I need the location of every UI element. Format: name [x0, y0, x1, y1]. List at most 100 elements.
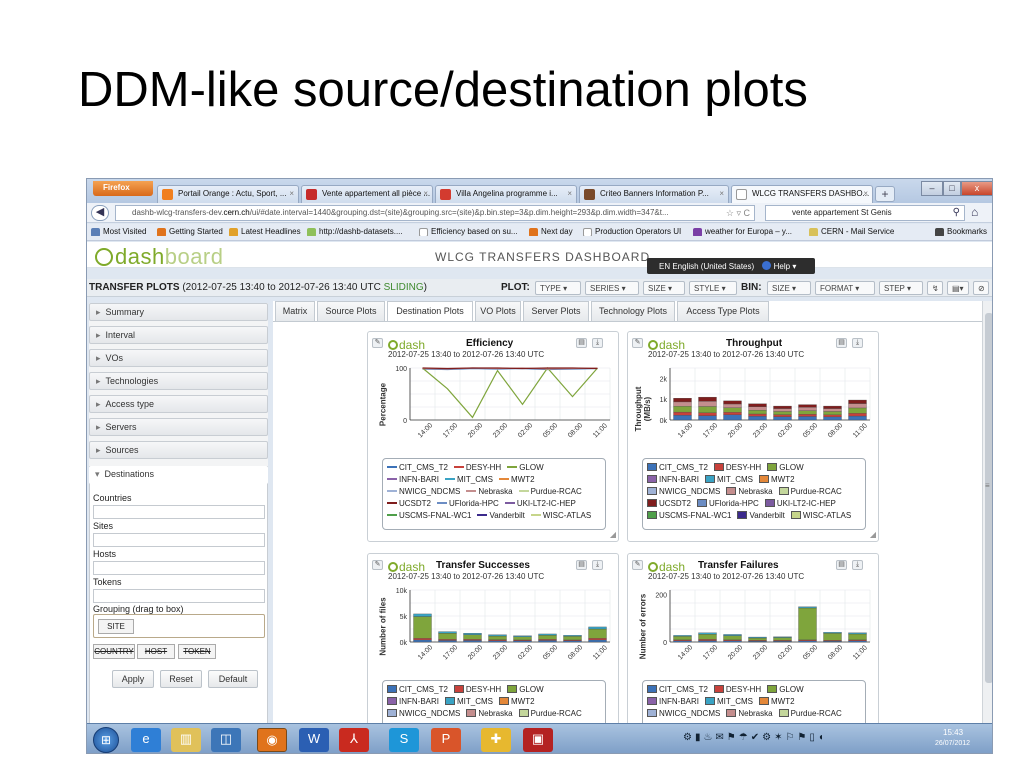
- word-icon[interactable]: W: [299, 728, 329, 752]
- bookmark-getting-started[interactable]: Getting Started: [157, 227, 223, 236]
- outlook-icon[interactable]: ◫: [211, 728, 241, 752]
- link-icon[interactable]: ⊘: [973, 281, 989, 295]
- resize-grip-icon[interactable]: ◢: [870, 530, 876, 539]
- legend-item[interactable]: Nebraska: [466, 709, 513, 718]
- plot-size-select[interactable]: SIZE ▾: [643, 281, 685, 295]
- bookmark-efficiency[interactable]: Efficiency based on su...: [419, 227, 518, 236]
- legend-item[interactable]: Purdue-RCAC: [778, 487, 842, 496]
- legend-item[interactable]: MIT_CMS: [445, 475, 493, 484]
- bookmark-latest-headlines[interactable]: Latest Headlines: [229, 227, 301, 236]
- close-tab-icon[interactable]: ×: [289, 189, 294, 198]
- legend-item[interactable]: NWICG_NDCMS: [647, 487, 720, 496]
- legend-item[interactable]: UKI-LT2-IC-HEP: [764, 499, 836, 508]
- legend-item[interactable]: CIT_CMS_T2: [387, 685, 448, 694]
- close-tab-icon[interactable]: ×: [719, 189, 724, 198]
- browser-tab-orange[interactable]: Portail Orange : Actu, Sport, ... ×: [157, 185, 299, 203]
- sites-input[interactable]: [93, 533, 265, 547]
- firefox-taskbar-icon[interactable]: ◉: [257, 728, 287, 752]
- legend-item[interactable]: WISC-ATLAS: [790, 511, 851, 520]
- legend-item[interactable]: NWICG_NDCMS: [387, 487, 460, 496]
- download-plot-icon[interactable]: ⤓: [592, 560, 603, 570]
- legend-item[interactable]: DESY-HH: [453, 463, 501, 472]
- legend-item[interactable]: UKI-LT2-IC-HEP: [504, 499, 576, 508]
- sidebar-section-servers[interactable]: ▸ Servers: [89, 418, 268, 436]
- legend-item[interactable]: INFN-BARI: [387, 475, 439, 484]
- file-explorer-icon[interactable]: ▥: [171, 728, 201, 752]
- download-plot-icon[interactable]: ⤓: [852, 338, 863, 348]
- grouping-chip-site[interactable]: SITE: [98, 619, 134, 634]
- edit-plot-icon[interactable]: ✎: [632, 560, 643, 570]
- close-tab-icon[interactable]: ×: [863, 189, 868, 198]
- download-plot-icon[interactable]: ⤓: [592, 338, 603, 348]
- legend-item[interactable]: UFlorida-HPC: [697, 499, 759, 508]
- bin-format-select[interactable]: FORMAT ▾: [815, 281, 875, 295]
- grouping-chip-token[interactable]: TOKEN: [178, 644, 216, 659]
- legend-item[interactable]: MIT_CMS: [445, 697, 493, 706]
- home-icon[interactable]: ⌂: [971, 205, 978, 219]
- bookmark-next-day[interactable]: Next day: [529, 227, 573, 236]
- minimize-window-button[interactable]: –: [921, 181, 943, 196]
- firefox-menu-button[interactable]: Firefox: [93, 181, 153, 196]
- bookmark-production-operators[interactable]: Production Operators UI: [583, 227, 681, 236]
- legend-item[interactable]: GLOW: [767, 685, 804, 694]
- grouping-drop-box[interactable]: SITE: [93, 614, 265, 638]
- countries-input[interactable]: [93, 505, 265, 519]
- bin-size-select[interactable]: SIZE ▾: [767, 281, 811, 295]
- bookmark-plot-icon[interactable]: ↯: [927, 281, 943, 295]
- skype-icon[interactable]: S: [389, 728, 419, 752]
- sidebar-section-interval[interactable]: ▸ Interval: [89, 326, 268, 344]
- legend-item[interactable]: USCMS-FNAL-WC1: [387, 511, 471, 520]
- search-icon[interactable]: ⚲: [953, 207, 960, 218]
- url-bar[interactable]: dashb-wlcg-transfers-dev.cern.ch/ui/#dat…: [115, 205, 755, 221]
- legend-item[interactable]: Purdue-RCAC: [778, 709, 842, 718]
- security-shield-icon[interactable]: ✚: [481, 728, 511, 752]
- legend-item[interactable]: Purdue-RCAC: [518, 709, 582, 718]
- legend-item[interactable]: MIT_CMS: [705, 475, 753, 484]
- tokens-input[interactable]: [93, 589, 265, 603]
- sidebar-section-summary[interactable]: ▸ Summary: [89, 303, 268, 321]
- maximize-window-button[interactable]: □: [943, 181, 961, 196]
- download-plot-icon[interactable]: ⤓: [852, 560, 863, 570]
- browser-tab-villa[interactable]: Villa Angelina programme i... ×: [435, 185, 577, 203]
- legend-item[interactable]: MWT2: [759, 475, 795, 484]
- legend-item[interactable]: MWT2: [499, 475, 535, 484]
- legend-item[interactable]: DESY-HH: [713, 463, 761, 472]
- legend-item[interactable]: CIT_CMS_T2: [647, 685, 708, 694]
- browser-tab-vente[interactable]: Vente appartement all pièce ... ×: [301, 185, 433, 203]
- legend-item[interactable]: Vanderbilt: [737, 511, 785, 520]
- print-icon[interactable]: ▤▾: [947, 281, 969, 295]
- legend-item[interactable]: MWT2: [759, 697, 795, 706]
- legend-item[interactable]: INFN-BARI: [647, 697, 699, 706]
- help-link[interactable]: Help: [774, 262, 790, 271]
- sidebar-section-sources[interactable]: ▸ Sources: [89, 441, 268, 459]
- legend-item[interactable]: MIT_CMS: [705, 697, 753, 706]
- reset-button[interactable]: Reset: [160, 670, 202, 688]
- close-tab-icon[interactable]: ×: [567, 189, 572, 198]
- start-button[interactable]: ⊞: [93, 727, 119, 753]
- legend-item[interactable]: NWICG_NDCMS: [387, 709, 460, 718]
- legend-item[interactable]: MWT2: [499, 697, 535, 706]
- grouping-chip-host[interactable]: HOST: [137, 644, 175, 659]
- apply-button[interactable]: Apply: [112, 670, 154, 688]
- sidebar-section-access-type[interactable]: ▸ Access type: [89, 395, 268, 413]
- system-tray-icons[interactable]: ⚙▮♨✉⚑☂✔⚙✶⚐⚑▯◖: [683, 732, 827, 743]
- bookmark-weather[interactable]: weather for Europa – y...: [693, 227, 792, 236]
- legend-item[interactable]: Purdue-RCAC: [518, 487, 582, 496]
- edit-plot-icon[interactable]: ✎: [372, 338, 383, 348]
- legend-item[interactable]: Nebraska: [466, 487, 513, 496]
- sidebar-section-technologies[interactable]: ▸ Technologies: [89, 372, 268, 390]
- scrollbar-thumb[interactable]: [985, 313, 992, 683]
- edit-plot-icon[interactable]: ✎: [632, 338, 643, 348]
- edit-plot-icon[interactable]: ✎: [372, 560, 383, 570]
- bookmark-star-icon[interactable]: ☆ ▿ C: [726, 208, 750, 219]
- legend-item[interactable]: WISC-ATLAS: [530, 511, 591, 520]
- print-plot-icon[interactable]: ▤: [576, 338, 587, 348]
- legend-item[interactable]: DESY-HH: [713, 685, 761, 694]
- dropdown-icon[interactable]: ▾: [792, 262, 796, 271]
- app-icon[interactable]: ▣: [523, 728, 553, 752]
- legend-item[interactable]: CIT_CMS_T2: [387, 463, 448, 472]
- print-plot-icon[interactable]: ▤: [576, 560, 587, 570]
- legend-item[interactable]: Vanderbilt: [477, 511, 525, 520]
- legend-item[interactable]: INFN-BARI: [387, 697, 439, 706]
- legend-item[interactable]: USCMS-FNAL-WC1: [647, 511, 731, 520]
